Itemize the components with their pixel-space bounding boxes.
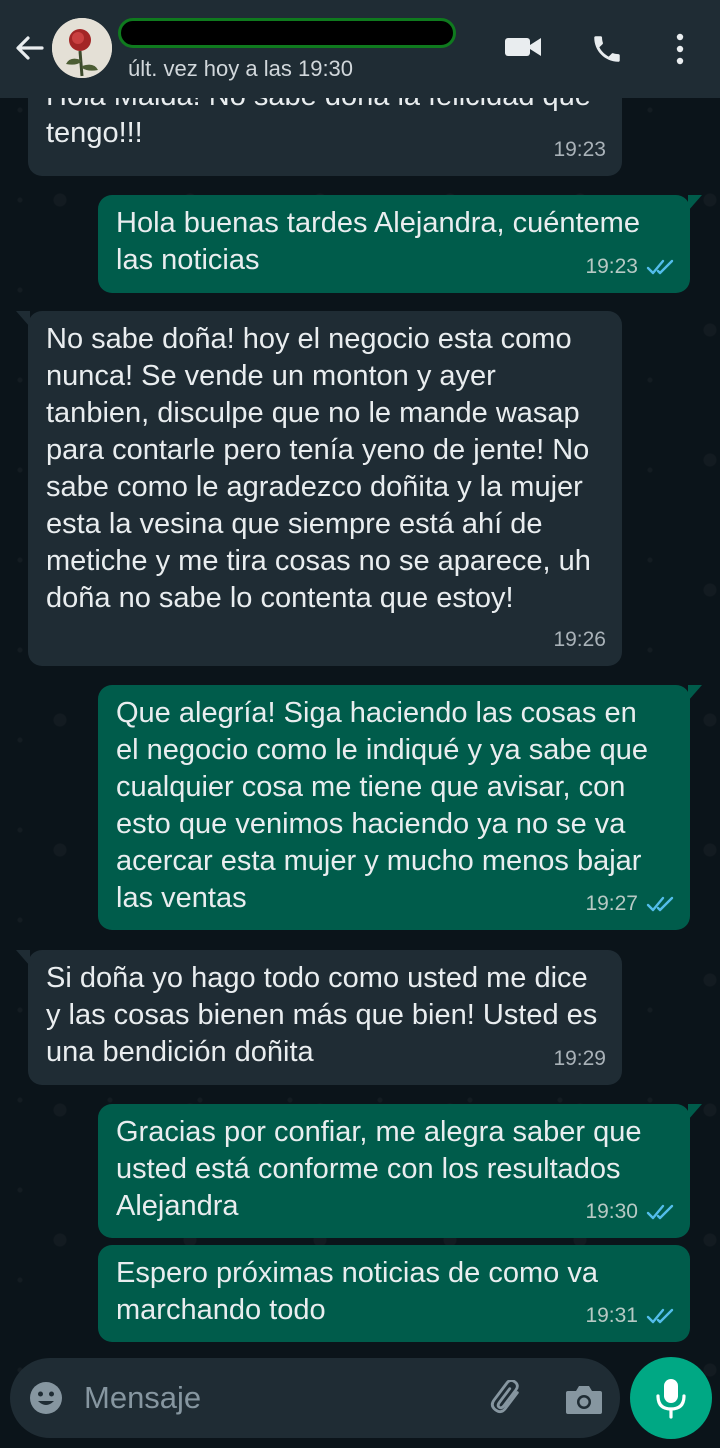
message-outgoing[interactable]: Que alegría! Siga haciendo las cosas en …	[98, 685, 702, 930]
message-meta: 19:31	[585, 1297, 676, 1334]
message-meta: 19:27	[585, 885, 676, 922]
message-outgoing[interactable]: Hola buenas tardes Alejandra, cuénteme l…	[98, 195, 702, 293]
bubble-tail	[16, 950, 30, 966]
mic-icon	[656, 1379, 686, 1419]
bubble-tail	[16, 311, 30, 327]
chat-header: últ. vez hoy a las 19:30	[0, 0, 720, 98]
more-options-icon[interactable]	[672, 32, 688, 66]
bubble-tail	[688, 195, 702, 211]
message-outgoing[interactable]: Gracias por confiar, me alegra saber que…	[98, 1104, 702, 1238]
video-call-icon[interactable]	[504, 32, 542, 62]
message-time: 19:31	[585, 1304, 638, 1327]
contact-avatar[interactable]	[52, 18, 112, 78]
message-text: Espero próximas noticias de como va marc…	[116, 1257, 598, 1326]
message-input[interactable]: Mensaje	[84, 1380, 201, 1416]
double-check-icon	[646, 259, 674, 274]
back-arrow-icon[interactable]	[12, 30, 48, 66]
message-time: 19:30	[585, 1200, 638, 1223]
chat-screen: Hola Maida! No sabe doña la felicidad qu…	[0, 0, 720, 1448]
attach-icon[interactable]	[488, 1380, 528, 1416]
emoji-icon[interactable]	[28, 1380, 64, 1416]
double-check-icon	[646, 1308, 674, 1323]
message-composer: Mensaje	[10, 1358, 620, 1438]
double-check-icon	[646, 1204, 674, 1219]
last-seen-status: últ. vez hoy a las 19:30	[128, 56, 354, 81]
bubble-tail	[688, 1104, 702, 1120]
message-incoming[interactable]: No sabe doña! hoy el negocio esta como n…	[16, 311, 622, 666]
contact-name-redacted[interactable]	[118, 18, 456, 48]
message-meta: 19:23	[585, 248, 676, 285]
message-text: Que alegría! Siga haciendo las cosas en …	[116, 697, 649, 914]
message-meta: 19:30	[585, 1193, 676, 1230]
message-text: Gracias por confiar, me alegra saber que…	[116, 1116, 642, 1222]
message-incoming[interactable]: Si doña yo hago todo como usted me dice …	[16, 950, 622, 1085]
message-outgoing[interactable]: Espero próximas noticias de como va marc…	[98, 1245, 690, 1342]
camera-icon[interactable]	[564, 1382, 604, 1416]
message-time: 19:27	[585, 892, 638, 915]
phone-icon[interactable]	[590, 32, 624, 66]
message-time: 19:26	[553, 628, 606, 651]
bubble-tail	[688, 685, 702, 701]
message-text: Si doña yo hago todo como usted me dice …	[46, 962, 598, 1068]
message-time: 19:23	[553, 138, 606, 161]
message-time: 19:29	[553, 1047, 606, 1070]
message-time: 19:23	[585, 255, 638, 278]
message-text: Hola buenas tardes Alejandra, cuénteme l…	[116, 207, 640, 276]
double-check-icon	[646, 896, 674, 911]
rose-icon	[52, 18, 112, 78]
message-text: No sabe doña! hoy el negocio esta como n…	[46, 323, 591, 614]
voice-message-button[interactable]	[630, 1357, 712, 1439]
